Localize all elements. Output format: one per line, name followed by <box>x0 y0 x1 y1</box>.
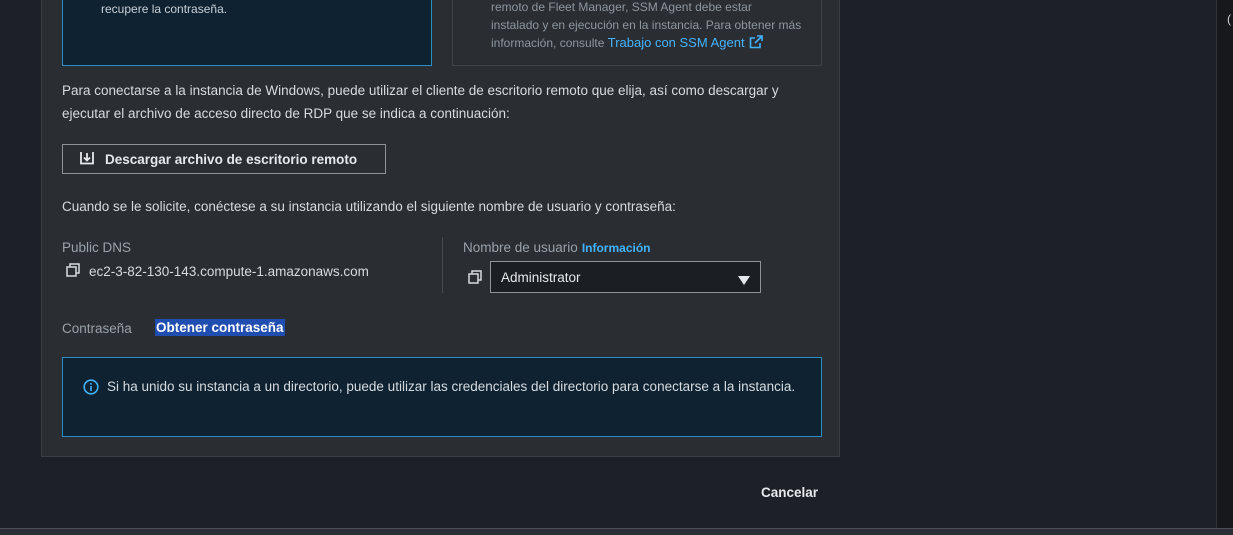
info-icon <box>83 379 99 400</box>
copy-icon[interactable] <box>468 270 482 289</box>
scrollbar[interactable] <box>1216 0 1233 528</box>
caret-down-icon <box>738 273 750 288</box>
password-info-box: recupere la contraseña. <box>62 0 432 66</box>
scroll-indicator-icon: ( <box>1227 12 1231 26</box>
download-icon <box>79 150 95 169</box>
prompt-paragraph: Cuando se le solicite, conéctese a su in… <box>62 199 676 214</box>
fleet-manager-info-text: remoto de Fleet Manager, SSM Agent debe … <box>491 0 811 54</box>
fleet-line-1: remoto de Fleet Manager, SSM Agent debe … <box>491 0 752 14</box>
download-rdp-label: Descargar archivo de escritorio remoto <box>105 151 358 167</box>
copy-icon[interactable] <box>66 263 80 280</box>
cancel-button[interactable]: Cancelar <box>761 485 818 500</box>
external-link-icon[interactable] <box>749 35 763 54</box>
fleet-line-2: instalado y en ejecución en la instancia… <box>491 18 802 32</box>
fleet-line-3-prefix: información, consulte <box>491 36 608 50</box>
username-label-row: Nombre de usuario Información <box>463 240 650 255</box>
password-info-text: recupere la contraseña. <box>101 2 228 16</box>
fleet-line-3: información, consulte Trabajo con SSM Ag… <box>491 34 811 54</box>
public-dns-label: Public DNS <box>62 240 132 255</box>
public-dns-row: ec2-3-82-130-143.compute-1.amazonaws.com <box>66 263 369 280</box>
username-info-link[interactable]: Información <box>582 241 651 255</box>
username-select[interactable]: Administrator <box>490 261 761 293</box>
download-rdp-button[interactable]: Descargar archivo de escritorio remoto <box>62 144 386 174</box>
password-label: Contraseña <box>62 321 132 336</box>
intro-paragraph: Para conectarse a la instancia de Window… <box>62 83 779 121</box>
public-dns-value: ec2-3-82-130-143.compute-1.amazonaws.com <box>89 264 369 279</box>
username-selected-value: Administrator <box>501 269 581 285</box>
directory-info-alert: Si ha unido su instancia a un directorio… <box>62 357 822 437</box>
connect-panel: recupere la contraseña. remoto de Fleet … <box>41 0 840 457</box>
ssm-agent-link[interactable]: Trabajo con SSM Agent <box>608 35 745 50</box>
get-password-link[interactable]: Obtener contraseña <box>155 319 285 336</box>
directory-info-text: Si ha unido su instancia a un directorio… <box>107 379 796 394</box>
username-label: Nombre de usuario <box>463 240 578 255</box>
fleet-manager-info-box: remoto de Fleet Manager, SSM Agent debe … <box>452 0 822 66</box>
column-divider <box>442 237 443 293</box>
